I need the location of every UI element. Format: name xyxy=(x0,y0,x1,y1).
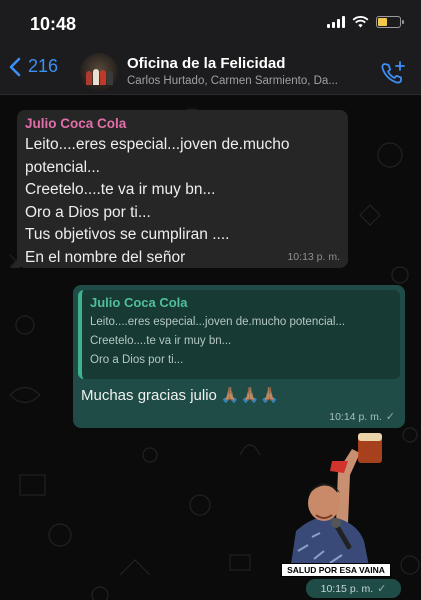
sent-check-icon: ✓ xyxy=(377,583,387,595)
sticker-image[interactable] xyxy=(278,431,390,571)
message-time: 10:14 p. m. xyxy=(329,410,382,423)
group-avatar[interactable] xyxy=(80,53,118,91)
sticker-time-badge: 10:15 p. m. ✓ xyxy=(306,579,401,598)
group-members[interactable]: Carlos Hurtado, Carmen Sarmiento, Da... xyxy=(127,75,362,87)
chevron-left-icon xyxy=(9,57,21,76)
unread-count: 216 xyxy=(28,56,59,76)
back-button[interactable]: 216 xyxy=(8,56,58,77)
sticker-face xyxy=(308,485,340,521)
message-line: Leito....eres especial...joven de.mucho xyxy=(25,136,290,153)
quoted-line: Oro a Dios por ti... xyxy=(90,354,184,366)
sent-check-icon: ✓ xyxy=(385,411,395,423)
message-time: 10:13 p. m. xyxy=(287,251,340,263)
add-call-icon[interactable] xyxy=(379,59,407,87)
message-meta: 10:14 p. m. ✓ xyxy=(329,410,395,424)
chat-area[interactable]: Julio Coca Cola Leito....eres especial..… xyxy=(0,95,421,600)
reply-text-body: Muchas gracias julio xyxy=(81,386,217,404)
message-line: Creetelo....te va ir muy bn... xyxy=(25,181,216,198)
incoming-message[interactable]: Julio Coca Cola Leito....eres especial..… xyxy=(10,110,348,268)
message-line: Oro a Dios por ti... xyxy=(25,203,151,221)
sticker-glass-foam xyxy=(358,433,382,441)
sticker-arm xyxy=(336,449,360,523)
message-line: potencial... xyxy=(25,158,100,176)
chat-header: 216 Oficina de la Felicidad Carlos Hurta… xyxy=(0,50,421,95)
battery-icon xyxy=(376,16,404,28)
signal-icon xyxy=(327,16,345,28)
status-time: 10:48 xyxy=(30,14,77,34)
outgoing-message[interactable]: Julio Coca Cola Leito....eres especial..… xyxy=(73,285,405,428)
quoted-line: Creetelo....te va ir muy bn... xyxy=(90,335,232,347)
message-time: 10:15 p. m. xyxy=(320,582,374,595)
wifi-icon xyxy=(352,16,369,28)
quoted-line: Leito....eres especial...joven de.mucho … xyxy=(90,316,346,328)
group-name[interactable]: Oficina de la Felicidad xyxy=(127,55,285,72)
quoted-message[interactable]: Julio Coca Cola Leito....eres especial..… xyxy=(78,290,400,379)
message-sender[interactable]: Julio Coca Cola xyxy=(25,116,340,131)
quoted-sender: Julio Coca Cola xyxy=(90,295,188,310)
reply-text: Muchas gracias julio 🙏🏽🙏🏽🙏🏽 xyxy=(78,386,400,405)
status-icons xyxy=(327,16,404,28)
message-line: Tus objetivos se cumpliran .... xyxy=(25,226,230,243)
praying-hands-emoji: 🙏🏽🙏🏽🙏🏽 xyxy=(220,387,280,404)
sticker-caption: SALUD POR ESA VAINA xyxy=(281,563,391,577)
status-bar: 10:48 xyxy=(0,0,421,50)
